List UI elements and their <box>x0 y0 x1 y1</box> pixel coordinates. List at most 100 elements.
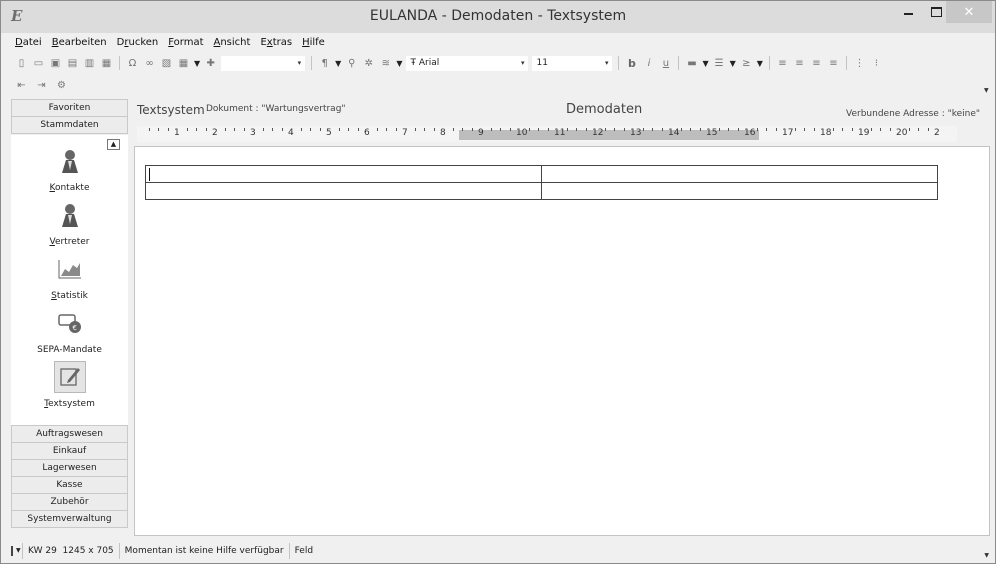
ruler-tick <box>300 128 302 131</box>
pilcrow-icon[interactable]: ¶ <box>318 57 331 70</box>
ruler-tick <box>908 128 910 131</box>
sidebar-item-statistik[interactable]: Statistik <box>11 253 128 301</box>
sidebar-item-textsystem[interactable]: Textsystem <box>11 361 128 409</box>
ruler-numbers: 1 2 3 4 5 6 7 8 9 10 11 12 13 14 15 16 17 18 19 20 2 <box>137 128 957 140</box>
toolbar-separator <box>768 56 770 70</box>
menu-hilfe[interactable]: Hilfe <box>302 37 325 51</box>
style-combo[interactable]: ▾ <box>221 55 306 71</box>
table-cell[interactable] <box>146 183 542 200</box>
insert-image-icon[interactable]: ✚ <box>204 57 217 70</box>
find-replace-icon[interactable]: ✲ <box>362 57 375 70</box>
nav-header-systemverwaltung[interactable]: Systemverwaltung <box>11 510 128 528</box>
nav-header-einkauf[interactable]: Einkauf <box>11 442 128 460</box>
table-cell[interactable] <box>542 166 938 183</box>
highlight-icon[interactable]: ▬ <box>685 57 698 70</box>
ruler-tick <box>680 128 682 131</box>
menu-bearbeiten[interactable]: Bearbeiten <box>52 37 107 51</box>
ruler-tick <box>348 128 349 131</box>
nav-bottom-headers: Auftragswesen Einkauf Lagerwesen Kasse Z… <box>11 425 128 528</box>
table-dropdown-icon[interactable]: ▼ <box>194 59 200 68</box>
align-center-icon[interactable]: ≡ <box>793 57 806 70</box>
toolbar-overflow-icon[interactable]: ▼ <box>984 87 989 94</box>
field-icon[interactable]: ▧ <box>160 57 173 70</box>
ruler-tick <box>642 128 644 131</box>
pilcrow-dropdown-icon[interactable]: ▼ <box>335 59 341 68</box>
nav-header-zubehoer[interactable]: Zubehör <box>11 493 128 511</box>
ruler-label: 14 <box>668 128 680 138</box>
close-button[interactable]: ✕ <box>946 1 992 23</box>
delete-icon[interactable]: ▥ <box>83 57 96 70</box>
numbering-icon[interactable]: ⋮ <box>853 57 866 70</box>
table-icon[interactable]: ▦ <box>177 57 190 70</box>
ruler-tick <box>804 128 805 131</box>
link-icon[interactable]: ∞ <box>143 57 156 70</box>
nav-header-kasse[interactable]: Kasse <box>11 476 128 494</box>
ruler-tick <box>813 128 815 131</box>
ruler-tick <box>462 128 463 131</box>
open-icon[interactable]: ▭ <box>32 57 45 70</box>
textsystem-icon <box>53 361 86 393</box>
bullets-icon[interactable]: ⁝ <box>870 57 883 70</box>
horizontal-ruler[interactable]: 1 2 3 4 5 6 7 8 9 10 11 12 13 14 15 16 17 18 19 20 2 <box>137 126 957 142</box>
document-editor[interactable] <box>134 146 990 536</box>
paragraph-settings-icon[interactable]: ⚙ <box>55 79 68 92</box>
menu-extras[interactable]: Extras <box>260 37 292 51</box>
highlight-dropdown-icon[interactable]: ▼ <box>702 59 708 68</box>
spellcheck-dropdown-icon[interactable]: ▼ <box>396 59 402 68</box>
menu-format[interactable]: Format <box>168 37 203 51</box>
nav-header-lagerwesen[interactable]: Lagerwesen <box>11 459 128 477</box>
ruler-tick <box>414 128 416 131</box>
font-size-combo[interactable]: 11 ▾ <box>532 55 613 71</box>
underline-button[interactable]: u <box>659 57 672 70</box>
print-icon[interactable]: ▦ <box>100 57 113 70</box>
secondary-toolbar: ⇤ ⇥ ⚙ <box>15 77 68 93</box>
ruler-tick <box>918 128 919 131</box>
menu-ansicht[interactable]: Ansicht <box>214 37 251 51</box>
save-as-icon[interactable]: ▤ <box>66 57 79 70</box>
ruler-tick <box>661 128 663 131</box>
nav-header-stammdaten[interactable]: Stammdaten <box>11 116 128 134</box>
table-cell[interactable] <box>146 166 542 183</box>
align-justify-icon[interactable]: ≡ <box>810 57 823 70</box>
ruler-tick <box>471 128 473 131</box>
new-document-icon[interactable]: ▯ <box>15 57 28 70</box>
font-color-dropdown-icon[interactable]: ▼ <box>757 59 763 68</box>
document-table[interactable] <box>145 165 938 200</box>
spellcheck-icon[interactable]: ≋ <box>379 57 392 70</box>
text-cursor <box>149 168 150 181</box>
sidebar-item-kontakte[interactable]: Kontakte <box>11 145 128 193</box>
nav-header-favoriten[interactable]: Favoriten <box>11 99 128 117</box>
title-bar[interactable]: E EULANDA - Demodaten - Textsystem ✕ <box>1 1 995 33</box>
status-help: Momentan ist keine Hilfe verfügbar <box>120 543 290 559</box>
save-icon[interactable]: ▣ <box>49 57 62 70</box>
bold-button[interactable]: b <box>625 57 638 70</box>
align-left-icon[interactable]: ≡ <box>776 57 789 70</box>
zoom-icon[interactable]: ⚲ <box>345 57 358 70</box>
menu-datei[interactable]: Datei <box>15 37 42 51</box>
sidebar-item-vertreter[interactable]: Vertreter <box>11 199 128 247</box>
list-icon[interactable]: ☰ <box>713 57 726 70</box>
ruler-tick <box>576 128 577 131</box>
menu-drucken[interactable]: Drucken <box>117 37 159 51</box>
toolbar-separator <box>618 56 620 70</box>
ruler-tick <box>490 128 492 131</box>
table-cell[interactable] <box>542 183 938 200</box>
font-color-icon[interactable]: ≥ <box>740 57 753 70</box>
ruler-tick <box>376 128 378 131</box>
font-name-combo[interactable]: Ŧ Arial ▾ <box>406 55 529 71</box>
sidebar-item-sepa-mandate[interactable]: € SEPA-Mandate <box>11 307 128 355</box>
decrease-indent-icon[interactable]: ⇤ <box>15 79 28 92</box>
chevron-down-icon: ▾ <box>297 59 302 67</box>
ruler-tick <box>386 128 387 131</box>
window-mode-icon[interactable]: ▼ <box>1 543 23 559</box>
nav-header-auftragswesen[interactable]: Auftragswesen <box>11 425 128 443</box>
status-overflow-icon[interactable]: ▼ <box>984 552 989 559</box>
special-character-icon[interactable]: Ω <box>126 57 139 70</box>
list-dropdown-icon[interactable]: ▼ <box>730 59 736 68</box>
minimize-button[interactable] <box>894 1 922 23</box>
increase-indent-icon[interactable]: ⇥ <box>35 79 48 92</box>
ruler-tick <box>623 128 625 131</box>
italic-button[interactable]: i <box>642 57 655 70</box>
ruler-label: 12 <box>592 128 604 138</box>
align-right-icon[interactable]: ≡ <box>827 57 840 70</box>
